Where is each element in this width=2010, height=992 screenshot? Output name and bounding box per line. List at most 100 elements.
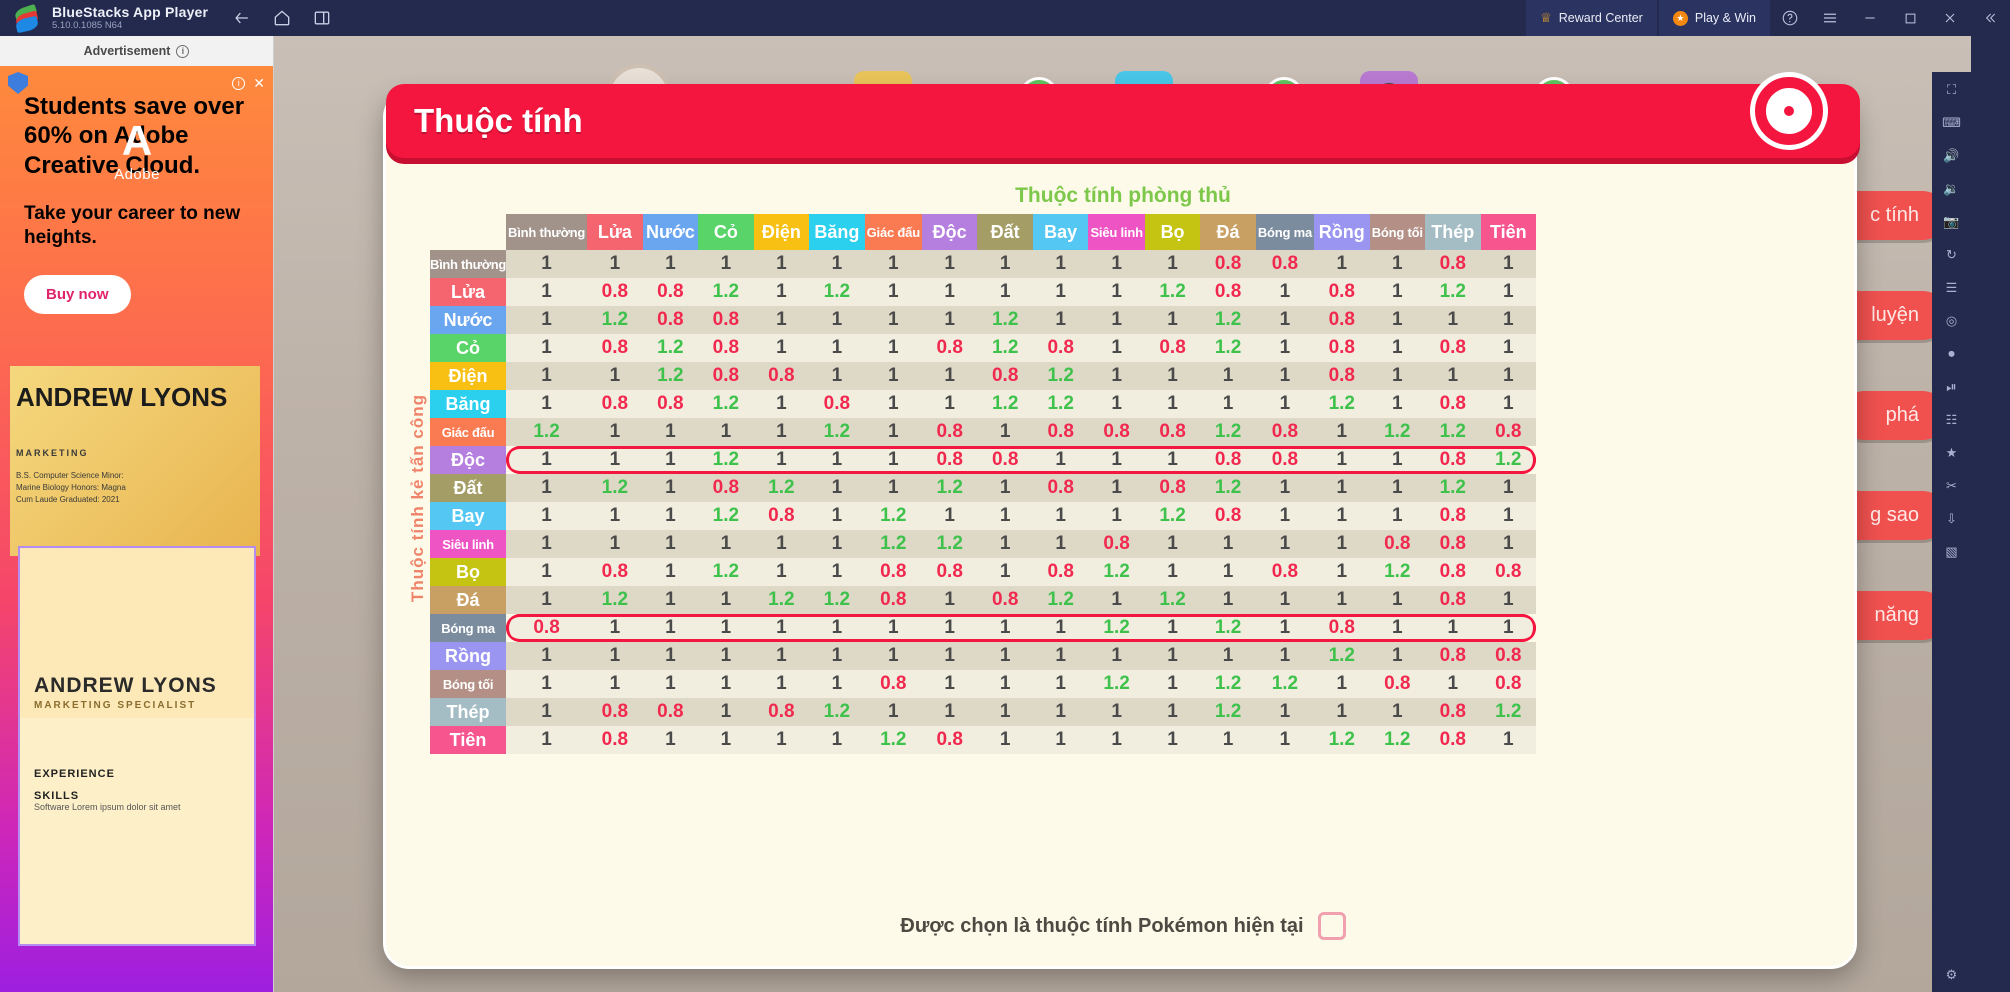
table-row[interactable]: Bóng tối 1 1 1 1 1 1 0.8 1 1 1 1.2 1 1.2 1.2 1 0.8 1 0.8 xyxy=(430,670,1537,698)
media-manager-icon[interactable]: ▧ xyxy=(1940,542,1964,562)
settings-gear-icon[interactable]: ⚙ xyxy=(1940,965,1964,985)
row-header-3[interactable]: Nước xyxy=(430,306,507,334)
row-header-5[interactable]: Điện xyxy=(430,362,507,390)
cell-r15-c13: 1 xyxy=(1200,642,1256,670)
table-row[interactable]: Nước 1 1.2 0.8 0.8 1 1 1 1 1.2 1 1 1 1.2 1 0.8 1 1 1 xyxy=(430,306,1537,334)
current-type-checkbox[interactable] xyxy=(1317,912,1346,940)
cell-r12-c16: 1.2 xyxy=(1369,558,1426,586)
cell-r13-c3: 1 xyxy=(642,586,699,614)
multi-instance-sidebar-icon[interactable]: ☷ xyxy=(1940,410,1964,430)
type-effectiveness-table: Bình thường Lửa Nước Cỏ Điện Băng Giác đấu Độc Đ… xyxy=(430,214,1537,754)
row-header-14[interactable]: Bóng ma xyxy=(430,614,507,642)
pokeball-close-icon[interactable] xyxy=(1750,72,1828,150)
column-header-8[interactable]: Độc xyxy=(921,214,978,250)
play-and-win-button[interactable]: ★ Play & Win xyxy=(1658,0,1770,36)
screenshot-icon[interactable]: 📷 xyxy=(1940,212,1964,232)
column-header-14[interactable]: Bóng ma xyxy=(1255,214,1315,250)
row-header-10[interactable]: Bay xyxy=(430,502,507,530)
volume-down-icon[interactable]: 🔉 xyxy=(1940,179,1964,199)
table-row[interactable]: Giác đấu 1.2 1 1 1 1 1.2 1 0.8 1 0.8 0.8 0.8 1.2 0.8 1 1… xyxy=(430,418,1537,446)
column-header-7[interactable]: Giác đấu xyxy=(864,214,922,250)
close-button[interactable] xyxy=(1930,0,1970,36)
info-icon[interactable]: i xyxy=(176,44,190,58)
eco-mode-icon[interactable]: ★ xyxy=(1940,443,1964,463)
table-row[interactable]: Băng 1 0.8 0.8 1.2 1 0.8 1 1 1.2 1.2 1 1 1 1 1.2 1 0.8 1 xyxy=(430,390,1537,418)
home-icon[interactable] xyxy=(270,6,294,30)
column-header-2[interactable]: Lửa xyxy=(587,214,643,250)
table-row[interactable]: Đất 1 1.2 1 0.8 1.2 1 1 1.2 1 0.8 1 0.8 1.2 1 1 1 1.2 1 xyxy=(430,474,1537,502)
column-header-13[interactable]: Đá xyxy=(1200,214,1256,250)
column-header-4[interactable]: Cỏ xyxy=(698,214,754,250)
ad-cta-button[interactable]: Buy now xyxy=(24,275,131,315)
record-icon[interactable]: ⏺ xyxy=(1940,344,1964,364)
cell-r12-c11: 1.2 xyxy=(1088,558,1145,586)
column-header-11[interactable]: Siêu linh xyxy=(1088,214,1145,250)
maximize-button[interactable] xyxy=(1890,0,1930,36)
row-header-16[interactable]: Bóng tối xyxy=(430,670,507,698)
keymapping-icon[interactable]: ⌨ xyxy=(1940,113,1964,133)
macro-icon[interactable]: ⏯ xyxy=(1940,377,1964,397)
column-header-18[interactable]: Tiên xyxy=(1480,214,1537,250)
column-header-1[interactable]: Bình thường xyxy=(506,214,588,250)
table-row[interactable]: Bọ 1 0.8 1 1.2 1 1 0.8 0.8 1 0.8 1.2 1 1 0.8 1 1.2 0.8 0.8 xyxy=(430,558,1537,586)
fullscreen-icon[interactable]: ⛶ xyxy=(1940,80,1964,100)
table-row[interactable]: Rồng 1 1 1 1 1 1 1 1 1 1 1 1 1 1 1.2 1 0.8 0.8 xyxy=(430,642,1537,670)
row-header-6[interactable]: Băng xyxy=(430,390,507,418)
column-header-16[interactable]: Bóng tối xyxy=(1369,214,1426,250)
table-row[interactable]: Đá 1 1.2 1 1 1.2 1.2 0.8 1 0.8 1.2 1 1.2 1 1 1 1 0.8 1 xyxy=(430,586,1537,614)
table-row[interactable]: Tiên 1 0.8 1 1 1 1 1.2 0.8 1 1 1 1 1 1 1.2 1.2 0.8 1 xyxy=(430,726,1537,754)
table-row[interactable]: Lửa 1 0.8 0.8 1.2 1 1.2 1 1 1 1 1 1.2 0.8 1 0.8 1 1.2 1 xyxy=(430,278,1537,306)
cell-r18-c13: 1 xyxy=(1200,726,1256,754)
row-header-11[interactable]: Siêu linh xyxy=(430,530,507,558)
row-header-18[interactable]: Tiên xyxy=(430,726,507,754)
column-header-17[interactable]: Thép xyxy=(1425,214,1481,250)
shake-icon[interactable]: ☰ xyxy=(1940,278,1964,298)
cell-r8-c16: 1 xyxy=(1369,446,1426,474)
column-header-15[interactable]: Rồng xyxy=(1314,214,1370,250)
rotate-icon[interactable]: ↻ xyxy=(1940,245,1964,265)
collapse-sidebar-button[interactable] xyxy=(1970,0,2010,36)
install-apk-icon[interactable]: ⇩ xyxy=(1940,509,1964,529)
row-header-7[interactable]: Giác đấu xyxy=(430,418,507,446)
table-row[interactable]: Bay 1 1 1 1.2 0.8 1 1.2 1 1 1 1 1.2 0.8 1 1 1 0.8 1 xyxy=(430,502,1537,530)
volume-up-icon[interactable]: 🔊 xyxy=(1940,146,1964,166)
reward-center-button[interactable]: ♕ Reward Center xyxy=(1526,0,1657,36)
row-header-8[interactable]: Độc xyxy=(430,446,507,474)
table-row[interactable]: Thép 1 0.8 0.8 1 0.8 1.2 1 1 1 1 1 1 1.2 1 1 1 0.8 1.2 xyxy=(430,698,1537,726)
trim-icon[interactable]: ✂ xyxy=(1940,476,1964,496)
cell-r14-c4: 1 xyxy=(698,614,754,642)
table-row[interactable]: Bình thường 1 1 1 1 1 1 1 1 1 1 1 1 0.8 0.8 1 1 0.8 1 xyxy=(430,250,1537,278)
row-header-15[interactable]: Rồng xyxy=(430,642,507,670)
table-row[interactable]: Cỏ 1 0.8 1.2 0.8 1 1 1 0.8 1.2 0.8 1 0.8 1.2 1 0.8 1 0.8 1 xyxy=(430,334,1537,362)
ad-close-icon[interactable]: ✕ xyxy=(253,75,265,92)
minimize-button[interactable] xyxy=(1850,0,1890,36)
hamburger-menu-icon[interactable] xyxy=(1810,0,1850,36)
column-header-5[interactable]: Điện xyxy=(753,214,810,250)
advertisement-creative[interactable]: i ✕ A Adobe Students save over 60% on Ad… xyxy=(0,66,273,992)
location-icon[interactable]: ◎ xyxy=(1940,311,1964,331)
column-header-6[interactable]: Băng xyxy=(809,214,865,250)
cell-r15-c2: 1 xyxy=(587,642,643,670)
row-header-9[interactable]: Đất xyxy=(430,474,507,502)
column-header-10[interactable]: Bay xyxy=(1032,214,1089,250)
ad-info-icon[interactable]: i xyxy=(232,76,246,90)
column-header-12[interactable]: Bọ xyxy=(1144,214,1201,250)
table-row[interactable]: Bóng ma 0.8 1 1 1 1 1 1 1 1 1 1.2 1 1.2 1 0.8 1 1 1 xyxy=(430,614,1537,642)
cell-r4-c15: 0.8 xyxy=(1314,334,1370,362)
column-header-9[interactable]: Đất xyxy=(977,214,1033,250)
cell-r12-c14: 0.8 xyxy=(1255,558,1315,586)
column-header-3[interactable]: Nước xyxy=(642,214,699,250)
row-header-4[interactable]: Cỏ xyxy=(430,334,507,362)
table-row[interactable]: Điện 1 1 1.2 0.8 0.8 1 1 1 0.8 1.2 1 1 1 1 0.8 1 1 1 xyxy=(430,362,1537,390)
table-row[interactable]: Siêu linh 1 1 1 1 1 1 1.2 1.2 1 1 0.8 1 1 1 1 0.8 0.8 1 xyxy=(430,530,1537,558)
help-icon[interactable] xyxy=(1770,0,1810,36)
row-header-13[interactable]: Đá xyxy=(430,586,507,614)
adchoices-icon[interactable] xyxy=(8,72,28,94)
back-arrow-icon[interactable] xyxy=(230,6,254,30)
multi-instance-icon[interactable] xyxy=(310,6,334,30)
row-header-12[interactable]: Bọ xyxy=(430,558,507,586)
row-header-2[interactable]: Lửa xyxy=(430,278,507,306)
row-header-1[interactable]: Bình thường xyxy=(430,250,506,278)
row-header-17[interactable]: Thép xyxy=(430,698,507,726)
table-row[interactable]: Độc 1 1 1 1.2 1 1 1 0.8 0.8 1 1 1 0.8 0.8 1 1 0.8 1.2 xyxy=(430,446,1537,474)
